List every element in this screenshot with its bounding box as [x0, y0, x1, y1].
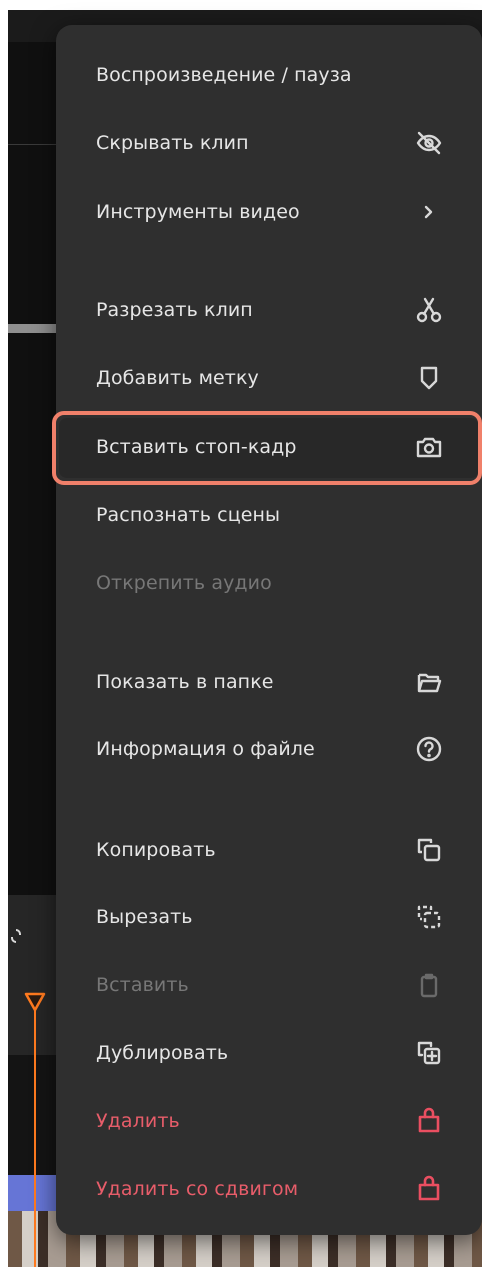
menu-item-2[interactable]: Скрывать клип: [56, 117, 482, 169]
scissors-icon: [413, 294, 445, 326]
menu-item-10[interactable]: Информация о файле: [56, 723, 482, 775]
screen: Воспроизведение / пауза Скрывать клип Инст…: [0, 0, 482, 1267]
menu-item-label: Удалить со сдвигом: [96, 1178, 299, 1200]
menu-item-label: Копировать: [96, 839, 216, 861]
menu-item-13: Вставить: [56, 959, 482, 1011]
menu-item-11[interactable]: Копировать: [56, 824, 482, 876]
menu-item-7[interactable]: Распознать сцены: [56, 489, 482, 541]
trash-icon: [413, 1105, 445, 1137]
link-icon[interactable]: [9, 928, 23, 944]
menu-item-label: Удалить: [96, 1110, 180, 1132]
menu-item-8: Открепить аудио: [56, 557, 482, 609]
chevron-right-icon: [413, 196, 445, 228]
menu-item-4[interactable]: Разрезать клип: [56, 284, 482, 336]
menu-item-3[interactable]: Инструменты видео: [56, 186, 482, 238]
trash-icon: [413, 1173, 445, 1205]
menu-item-label: Добавить метку: [96, 367, 259, 389]
duplicate-icon: [413, 1037, 445, 1069]
playhead-line[interactable]: [34, 1010, 36, 1267]
folder-icon: [413, 666, 445, 698]
question-circle-icon: [413, 733, 445, 765]
menu-item-label: Скрывать клип: [96, 132, 249, 154]
menu-item-label: Вырезать: [96, 906, 193, 928]
menu-item-14[interactable]: Дублировать: [56, 1027, 482, 1079]
menu-item-label: Открепить аудио: [96, 572, 272, 594]
menu-item-6[interactable]: Вставить стоп-кадр: [56, 421, 482, 473]
menu-item-label: Распознать сцены: [96, 504, 281, 526]
menu-item-1[interactable]: Воспроизведение / пауза: [56, 49, 482, 101]
copy-icon: [413, 834, 445, 866]
menu-item-label: Вставить: [96, 974, 189, 996]
playhead-handle[interactable]: [24, 991, 46, 1013]
menu-item-15[interactable]: Удалить: [56, 1095, 482, 1147]
menu-item-9[interactable]: Показать в папке: [56, 656, 482, 708]
camera-icon: [413, 431, 445, 463]
menu-item-5[interactable]: Добавить метку: [56, 352, 482, 404]
marker-icon: [413, 362, 445, 394]
menu-item-label: Показать в папке: [96, 671, 274, 693]
menu-item-label: Воспроизведение / пауза: [96, 64, 352, 86]
menu-item-16[interactable]: Удалить со сдвигом: [56, 1163, 482, 1215]
eye-off-icon: [413, 127, 445, 159]
menu-item-label: Информация о файле: [96, 738, 315, 760]
clipboard-icon: [413, 969, 445, 1001]
menu-item-12[interactable]: Вырезать: [56, 891, 482, 943]
menu-item-label: Вставить стоп-кадр: [96, 436, 297, 458]
menu-item-label: Дублировать: [96, 1042, 229, 1064]
menu-item-label: Разрезать клип: [96, 299, 253, 321]
cut-copy-icon: [413, 901, 445, 933]
menu-item-label: Инструменты видео: [96, 201, 300, 223]
